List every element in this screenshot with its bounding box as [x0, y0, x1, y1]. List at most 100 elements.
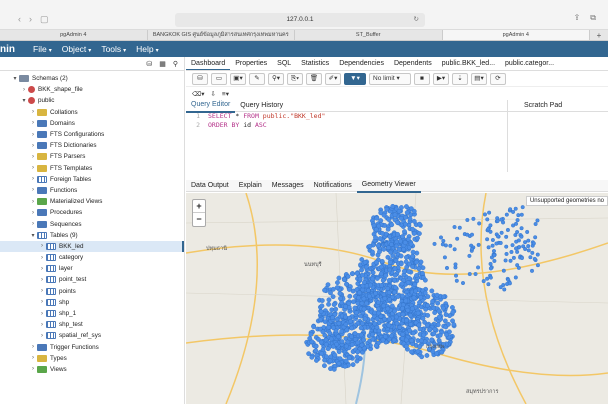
- expand-toggle-icon[interactable]: ›: [29, 187, 37, 193]
- expand-toggle-icon[interactable]: ▾: [20, 97, 28, 104]
- clear-icon[interactable]: ⌫▾: [192, 90, 204, 98]
- database-icon[interactable]: ⛁: [146, 60, 152, 68]
- tab-explain[interactable]: Explain: [234, 180, 267, 192]
- tab-query-editor[interactable]: Query Editor: [186, 99, 236, 113]
- tab-geometry-viewer[interactable]: Geometry Viewer: [356, 179, 421, 193]
- expand-toggle-icon[interactable]: ›: [29, 154, 37, 160]
- tree-item[interactable]: › FTS Parsers: [0, 151, 184, 162]
- find-icon[interactable]: ⚲▾: [268, 72, 284, 85]
- geometry-map[interactable]: นนทบุรี ปทุมธานี กรุงเทพ สมุทรปราการ + −…: [186, 193, 608, 404]
- menu-help[interactable]: Help ▾: [136, 44, 159, 54]
- tree-item[interactable]: › Procedures: [0, 207, 184, 218]
- tree-item[interactable]: › BKK_shape_file: [0, 84, 184, 95]
- main-tab[interactable]: Dependencies: [334, 57, 389, 70]
- expand-toggle-icon[interactable]: ›: [38, 255, 46, 261]
- main-tab[interactable]: Dashboard: [186, 57, 231, 70]
- delete-icon[interactable]: 🗑: [306, 72, 322, 85]
- tree-item[interactable]: › FTS Dictionaries: [0, 140, 184, 151]
- browser-tab[interactable]: pgAdmin 4: [0, 30, 148, 40]
- share-icon[interactable]: ⇪: [574, 13, 581, 23]
- new-tab-icon[interactable]: +: [590, 30, 608, 40]
- tree-item[interactable]: › spatial_ref_sys: [0, 330, 184, 341]
- expand-toggle-icon[interactable]: ›: [29, 355, 37, 361]
- stop-icon[interactable]: ■: [414, 72, 430, 85]
- scratch-pad[interactable]: [507, 112, 608, 172]
- tree-item[interactable]: › BKK_led: [0, 240, 184, 252]
- menu-file[interactable]: File ▾: [33, 44, 52, 54]
- download-icon[interactable]: ⇩: [210, 90, 215, 98]
- sql-editor[interactable]: 1 SELECT * FROM public."BKK_led" 2 ORDER…: [186, 112, 608, 172]
- expand-toggle-icon[interactable]: ›: [29, 165, 37, 171]
- open-file-icon[interactable]: ▭: [211, 72, 227, 85]
- tab-messages[interactable]: Messages: [267, 180, 309, 192]
- tree-item[interactable]: ▾ Schemas (2): [0, 73, 184, 84]
- tree-item[interactable]: › shp_1: [0, 308, 184, 319]
- tab-query-history[interactable]: Query History: [235, 100, 288, 112]
- expand-toggle-icon[interactable]: ›: [29, 221, 37, 227]
- tree-item[interactable]: ▾ public: [0, 95, 184, 106]
- tree-item[interactable]: ▾ Tables (9): [0, 230, 184, 241]
- zoom-in-button[interactable]: +: [193, 200, 205, 213]
- tree-item[interactable]: › shp: [0, 297, 184, 308]
- execute-icon[interactable]: ▶▾: [433, 72, 449, 85]
- browser-tab[interactable]: BANGKOK GIS ศูนย์ข้อมูลภูมิสารสนเทศกรุงเ…: [148, 30, 295, 40]
- explain-icon[interactable]: ⇣: [452, 72, 468, 85]
- expand-toggle-icon[interactable]: ›: [29, 344, 37, 350]
- tab-data-output[interactable]: Data Output: [186, 180, 234, 192]
- tree-item[interactable]: › shp_test: [0, 319, 184, 330]
- expand-toggle-icon[interactable]: ›: [29, 132, 37, 138]
- address-bar[interactable]: 127.0.0.1 ↻: [175, 13, 425, 27]
- zoom-out-button[interactable]: −: [193, 213, 205, 226]
- expand-toggle-icon[interactable]: ›: [29, 210, 37, 216]
- expand-toggle-icon[interactable]: ›: [20, 87, 28, 93]
- db-icon[interactable]: ⛁: [192, 72, 208, 85]
- main-tab[interactable]: public.categor...: [500, 57, 559, 70]
- tree-item[interactable]: › FTS Templates: [0, 163, 184, 174]
- tree-item[interactable]: › Collations: [0, 107, 184, 118]
- tree-item[interactable]: › layer: [0, 263, 184, 274]
- tree-item[interactable]: › Views: [0, 364, 184, 375]
- explain-analyze-icon[interactable]: ▤▾: [471, 72, 487, 85]
- expand-toggle-icon[interactable]: ›: [29, 366, 37, 372]
- sidebar-toggle-icon[interactable]: ▢: [40, 14, 49, 25]
- commit-icon[interactable]: ⟳: [490, 72, 506, 85]
- expand-toggle-icon[interactable]: ›: [38, 299, 46, 305]
- expand-toggle-icon[interactable]: ›: [29, 199, 37, 205]
- tree-item[interactable]: › category: [0, 252, 184, 263]
- menu-object[interactable]: Object ▾: [62, 44, 92, 54]
- expand-toggle-icon[interactable]: ›: [38, 311, 46, 317]
- main-tab[interactable]: Statistics: [296, 57, 334, 70]
- expand-toggle-icon[interactable]: ›: [29, 120, 37, 126]
- tabs-overview-icon[interactable]: ⧉: [590, 13, 596, 23]
- tree-item[interactable]: › Materialized Views: [0, 196, 184, 207]
- tree-item[interactable]: › points: [0, 286, 184, 297]
- copy-icon[interactable]: ⎘▾: [287, 72, 303, 85]
- tree-item[interactable]: › point_test: [0, 274, 184, 285]
- main-tab[interactable]: Properties: [230, 57, 272, 70]
- expand-toggle-icon[interactable]: ›: [29, 176, 37, 182]
- expand-toggle-icon[interactable]: ▾: [29, 232, 37, 239]
- tree-item[interactable]: › Sequences: [0, 218, 184, 229]
- expand-toggle-icon[interactable]: ›: [29, 109, 37, 115]
- tree-item[interactable]: › FTS Configurations: [0, 129, 184, 140]
- menu-tools[interactable]: Tools ▾: [101, 44, 126, 54]
- expand-toggle-icon[interactable]: ›: [38, 277, 46, 283]
- browser-tab-active[interactable]: pgAdmin 4: [442, 30, 590, 40]
- main-tab[interactable]: SQL: [272, 57, 296, 70]
- save-icon[interactable]: ▣▾: [230, 72, 246, 85]
- expand-toggle-icon[interactable]: ›: [38, 322, 46, 328]
- edit-icon[interactable]: ✎: [249, 72, 265, 85]
- tree-item[interactable]: › Foreign Tables: [0, 174, 184, 185]
- edit-rows-icon[interactable]: ✐▾: [325, 72, 341, 85]
- main-tab[interactable]: Dependents: [389, 57, 437, 70]
- tree-item[interactable]: › Trigger Functions: [0, 342, 184, 353]
- expand-toggle-icon[interactable]: ›: [38, 333, 46, 339]
- browser-tab[interactable]: ST_Buffer: [295, 30, 443, 40]
- limit-select[interactable]: No limit ▾: [369, 72, 411, 85]
- main-tab[interactable]: public.BKK_led...: [437, 57, 500, 70]
- expand-toggle-icon[interactable]: ›: [38, 266, 46, 272]
- forward-icon[interactable]: ›: [29, 14, 32, 25]
- table-icon[interactable]: ▦: [159, 60, 166, 68]
- macro-icon[interactable]: ≡▾: [222, 90, 229, 98]
- tree-item[interactable]: › Functions: [0, 185, 184, 196]
